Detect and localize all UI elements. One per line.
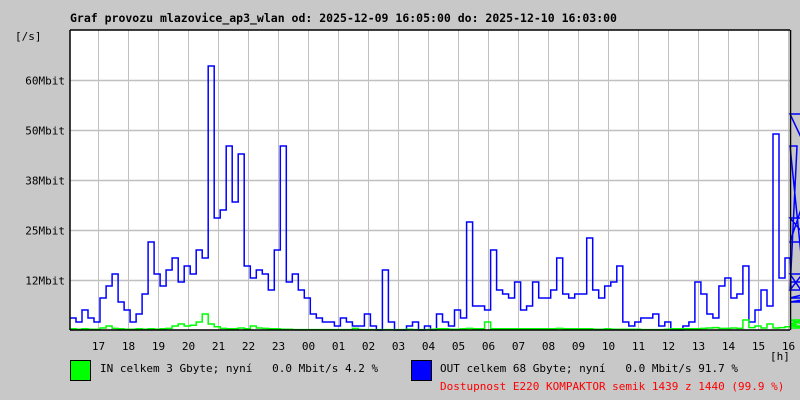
x-tick-label: 10 [602, 340, 615, 353]
out-legend-swatch [411, 360, 432, 381]
in-legend-swatch [70, 360, 91, 381]
x-tick-label: 12 [662, 340, 675, 353]
x-tick-label: 13 [692, 340, 705, 353]
x-tick-label: 17 [92, 340, 105, 353]
x-tick-label: 18 [122, 340, 135, 353]
availability-text: Dostupnost E220 KOMPAKTOR semik 1439 z 1… [440, 380, 785, 393]
traffic-chart: 17 18 19 20 21 22 23 00 01 02 03 04 05 06 07 08 09 10 11 12… [25, 29, 800, 353]
x-tick-label: 07 [512, 340, 525, 353]
y-tick-label: 60Mbit [25, 75, 65, 88]
y-tick-label: 50Mbit [25, 125, 65, 138]
x-tick-label: 23 [272, 340, 285, 353]
x-tick-label: 16 [782, 340, 795, 353]
y-tick-label: 12Mbit [25, 275, 65, 288]
x-tick-label: 15 [752, 340, 765, 353]
x-tick-label: 02 [362, 340, 375, 353]
out-legend-text: OUT celkem 68 Gbyte; nyní 0.0 Mbit/s 91.… [440, 362, 739, 375]
x-tick-label: 22 [242, 340, 255, 353]
x-tick-label: 06 [482, 340, 495, 353]
y-tick-label: 38Mbit [25, 175, 65, 188]
x-tick-label: 08 [542, 340, 555, 353]
x-tick-label: 14 [722, 340, 736, 353]
x-tick-label: 09 [572, 340, 585, 353]
x-tick-label: 21 [212, 340, 225, 353]
x-tick-label: 05 [452, 340, 465, 353]
in-legend-text: IN celkem 3 Gbyte; nyní 0.0 Mbit/s 4.2 % [100, 362, 379, 375]
y-tick-label: 25Mbit [25, 225, 65, 238]
x-tick-label: 19 [152, 340, 165, 353]
x-tick-label: 11 [632, 340, 645, 353]
x-tick-label: 00 [302, 340, 315, 353]
x-tick-label: 20 [182, 340, 195, 353]
x-tick-label: 03 [392, 340, 405, 353]
x-tick-label: 01 [332, 340, 345, 353]
x-tick-label: 04 [422, 340, 436, 353]
